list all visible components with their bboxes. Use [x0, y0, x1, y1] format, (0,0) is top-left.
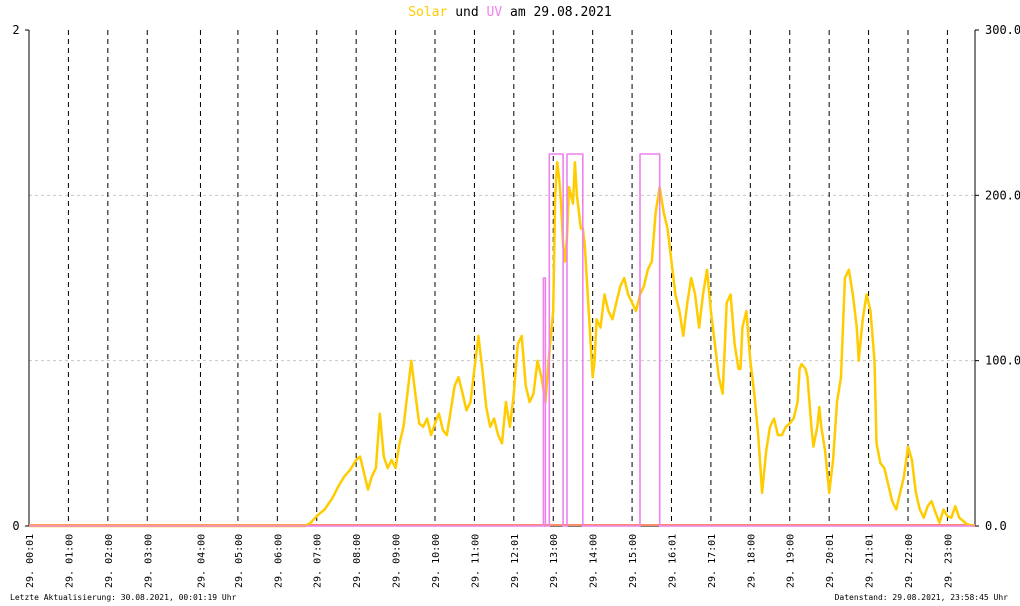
x-tick-label: 29. 10:00: [431, 534, 442, 588]
x-tick-label: 29. 07:00: [313, 534, 324, 588]
x-tick-label: 29. 15:00: [628, 534, 639, 588]
x-tick-label: 29. 02:00: [104, 534, 115, 588]
x-tick-label: 29. 11:00: [470, 534, 481, 588]
footer-last-update: Letzte Aktualisierung: 30.08.2021, 00:01…: [10, 593, 237, 602]
x-tick-label: 29. 14:00: [589, 534, 600, 588]
x-tick-label: 29. 16:01: [667, 534, 678, 588]
x-tick-label: 29. 20:01: [825, 534, 836, 588]
right-tick-label: 100.0: [985, 354, 1020, 368]
x-tick-label: 29. 06:00: [273, 534, 284, 588]
right-tick-label: 300.0: [985, 23, 1020, 37]
left-tick-label: 0: [12, 519, 19, 533]
x-tick-label: 29. 22:00: [904, 534, 915, 588]
x-tick-label: 29. 09:00: [392, 534, 403, 588]
x-tick-label: 29. 21:01: [865, 534, 876, 588]
x-tick-label: 29. 08:00: [352, 534, 363, 588]
x-tick-label: 29. 18:00: [746, 534, 757, 588]
solar-series-line: [29, 161, 976, 528]
x-tick-label: 29. 01:00: [64, 534, 75, 588]
x-tick-label: 29. 17:01: [707, 534, 718, 588]
x-tick-label: 29. 12:01: [510, 534, 521, 588]
x-tick-label: 29. 23:00: [943, 534, 954, 588]
x-tick-label: 29. 13:00: [549, 534, 560, 588]
left-tick-label: 2: [12, 23, 19, 37]
x-tick-label: 29. 05:00: [234, 534, 245, 588]
right-tick-label: 200.0: [985, 188, 1020, 202]
solar-uv-chart: 0 2 0.0 100.0 200.0 300.0 29. 00:01 29. 01:00 29…: [12, 23, 1020, 588]
x-tick-label: 29. 04:00: [196, 534, 207, 588]
right-tick-label: 0.0: [985, 519, 1007, 533]
x-tick-label: 29. 19:00: [786, 534, 797, 588]
x-tick-label: 29. 00:01: [25, 534, 36, 588]
footer-data-status: Datenstand: 29.08.2021, 23:58:45 Uhr: [834, 593, 1008, 602]
x-tick-label: 29. 03:00: [143, 534, 154, 588]
